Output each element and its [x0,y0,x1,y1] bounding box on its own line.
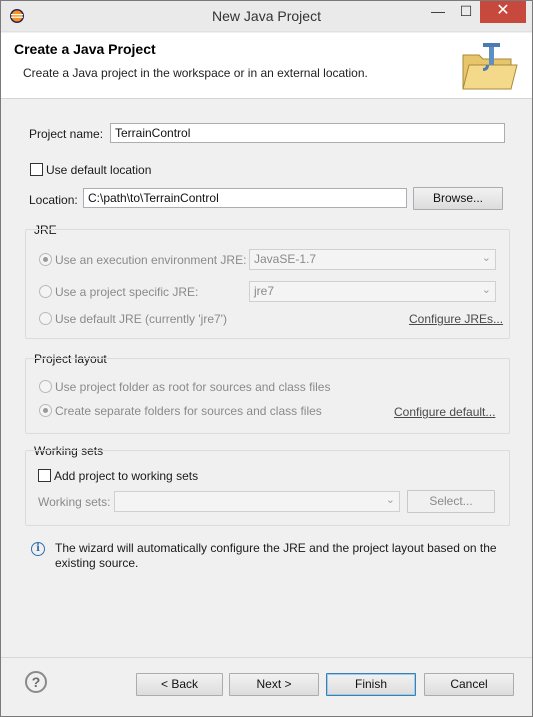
layout-separate-label: Create separate folders for sources and … [55,404,322,418]
page-title: Create a Java Project [14,41,156,57]
minimize-button[interactable]: — [424,1,452,23]
layout-root-radio[interactable] [39,380,52,393]
jre-env-radio[interactable] [39,253,52,266]
new-java-project-window: New Java Project — ☐ ✕ Create a Java Pro… [0,0,533,717]
button-bar-separator [1,657,532,658]
jre-specific-select[interactable]: jre7 ⌄ [249,281,496,302]
page-description: Create a Java project in the workspace o… [23,66,368,80]
location-input[interactable]: C:\path\to\TerrainControl [83,188,407,208]
next-button[interactable]: Next > [229,673,319,696]
add-to-working-sets-label: Add project to working sets [54,469,199,483]
close-button[interactable]: ✕ [480,1,526,23]
back-button[interactable]: < Back [136,673,223,696]
layout-root-label: Use project folder as root for sources a… [55,380,331,394]
info-message: The wizard will automatically configure … [55,541,497,570]
select-working-sets-button[interactable]: Select... [407,490,495,513]
finish-button[interactable]: Finish [326,673,416,696]
working-sets-select[interactable]: ⌄ [114,491,400,512]
project-name-label: Project name: [29,127,104,141]
project-layout-group [25,358,510,434]
layout-separate-radio[interactable] [39,404,52,417]
java-project-folder-icon [462,43,518,90]
wizard-header: Create a Java Project Create a Java proj… [1,33,532,99]
jre-specific-label: Use a project specific JRE: [55,285,199,299]
browse-button[interactable]: Browse... [413,187,503,210]
use-default-location-checkbox[interactable] [30,163,43,176]
chevron-down-icon: ⌄ [481,284,491,296]
location-label: Location: [29,193,78,207]
working-sets-label: Working sets: [38,495,111,509]
jre-env-label: Use an execution environment JRE: [55,253,247,267]
title-bar: New Java Project — ☐ ✕ [1,1,532,32]
jre-specific-radio[interactable] [39,285,52,298]
cancel-button[interactable]: Cancel [424,673,514,696]
use-default-location-label: Use default location [46,163,152,177]
chevron-down-icon: ⌄ [385,494,395,506]
info-icon: i [31,542,45,556]
working-sets-group [25,450,510,526]
jre-env-select[interactable]: JavaSE-1.7 ⌄ [249,249,496,270]
jre-specific-value: jre7 [254,284,275,298]
chevron-down-icon: ⌄ [481,252,491,264]
project-name-input[interactable]: TerrainControl [110,123,505,143]
jre-default-label: Use default JRE (currently 'jre7') [55,312,227,326]
jre-default-radio[interactable] [39,312,52,325]
jre-env-value: JavaSE-1.7 [254,252,317,266]
maximize-button[interactable]: ☐ [452,1,480,23]
help-icon[interactable]: ? [25,671,47,693]
configure-default-link[interactable]: Configure default... [394,405,495,419]
add-to-working-sets-checkbox[interactable] [38,469,51,482]
configure-jres-link[interactable]: Configure JREs... [409,312,503,326]
